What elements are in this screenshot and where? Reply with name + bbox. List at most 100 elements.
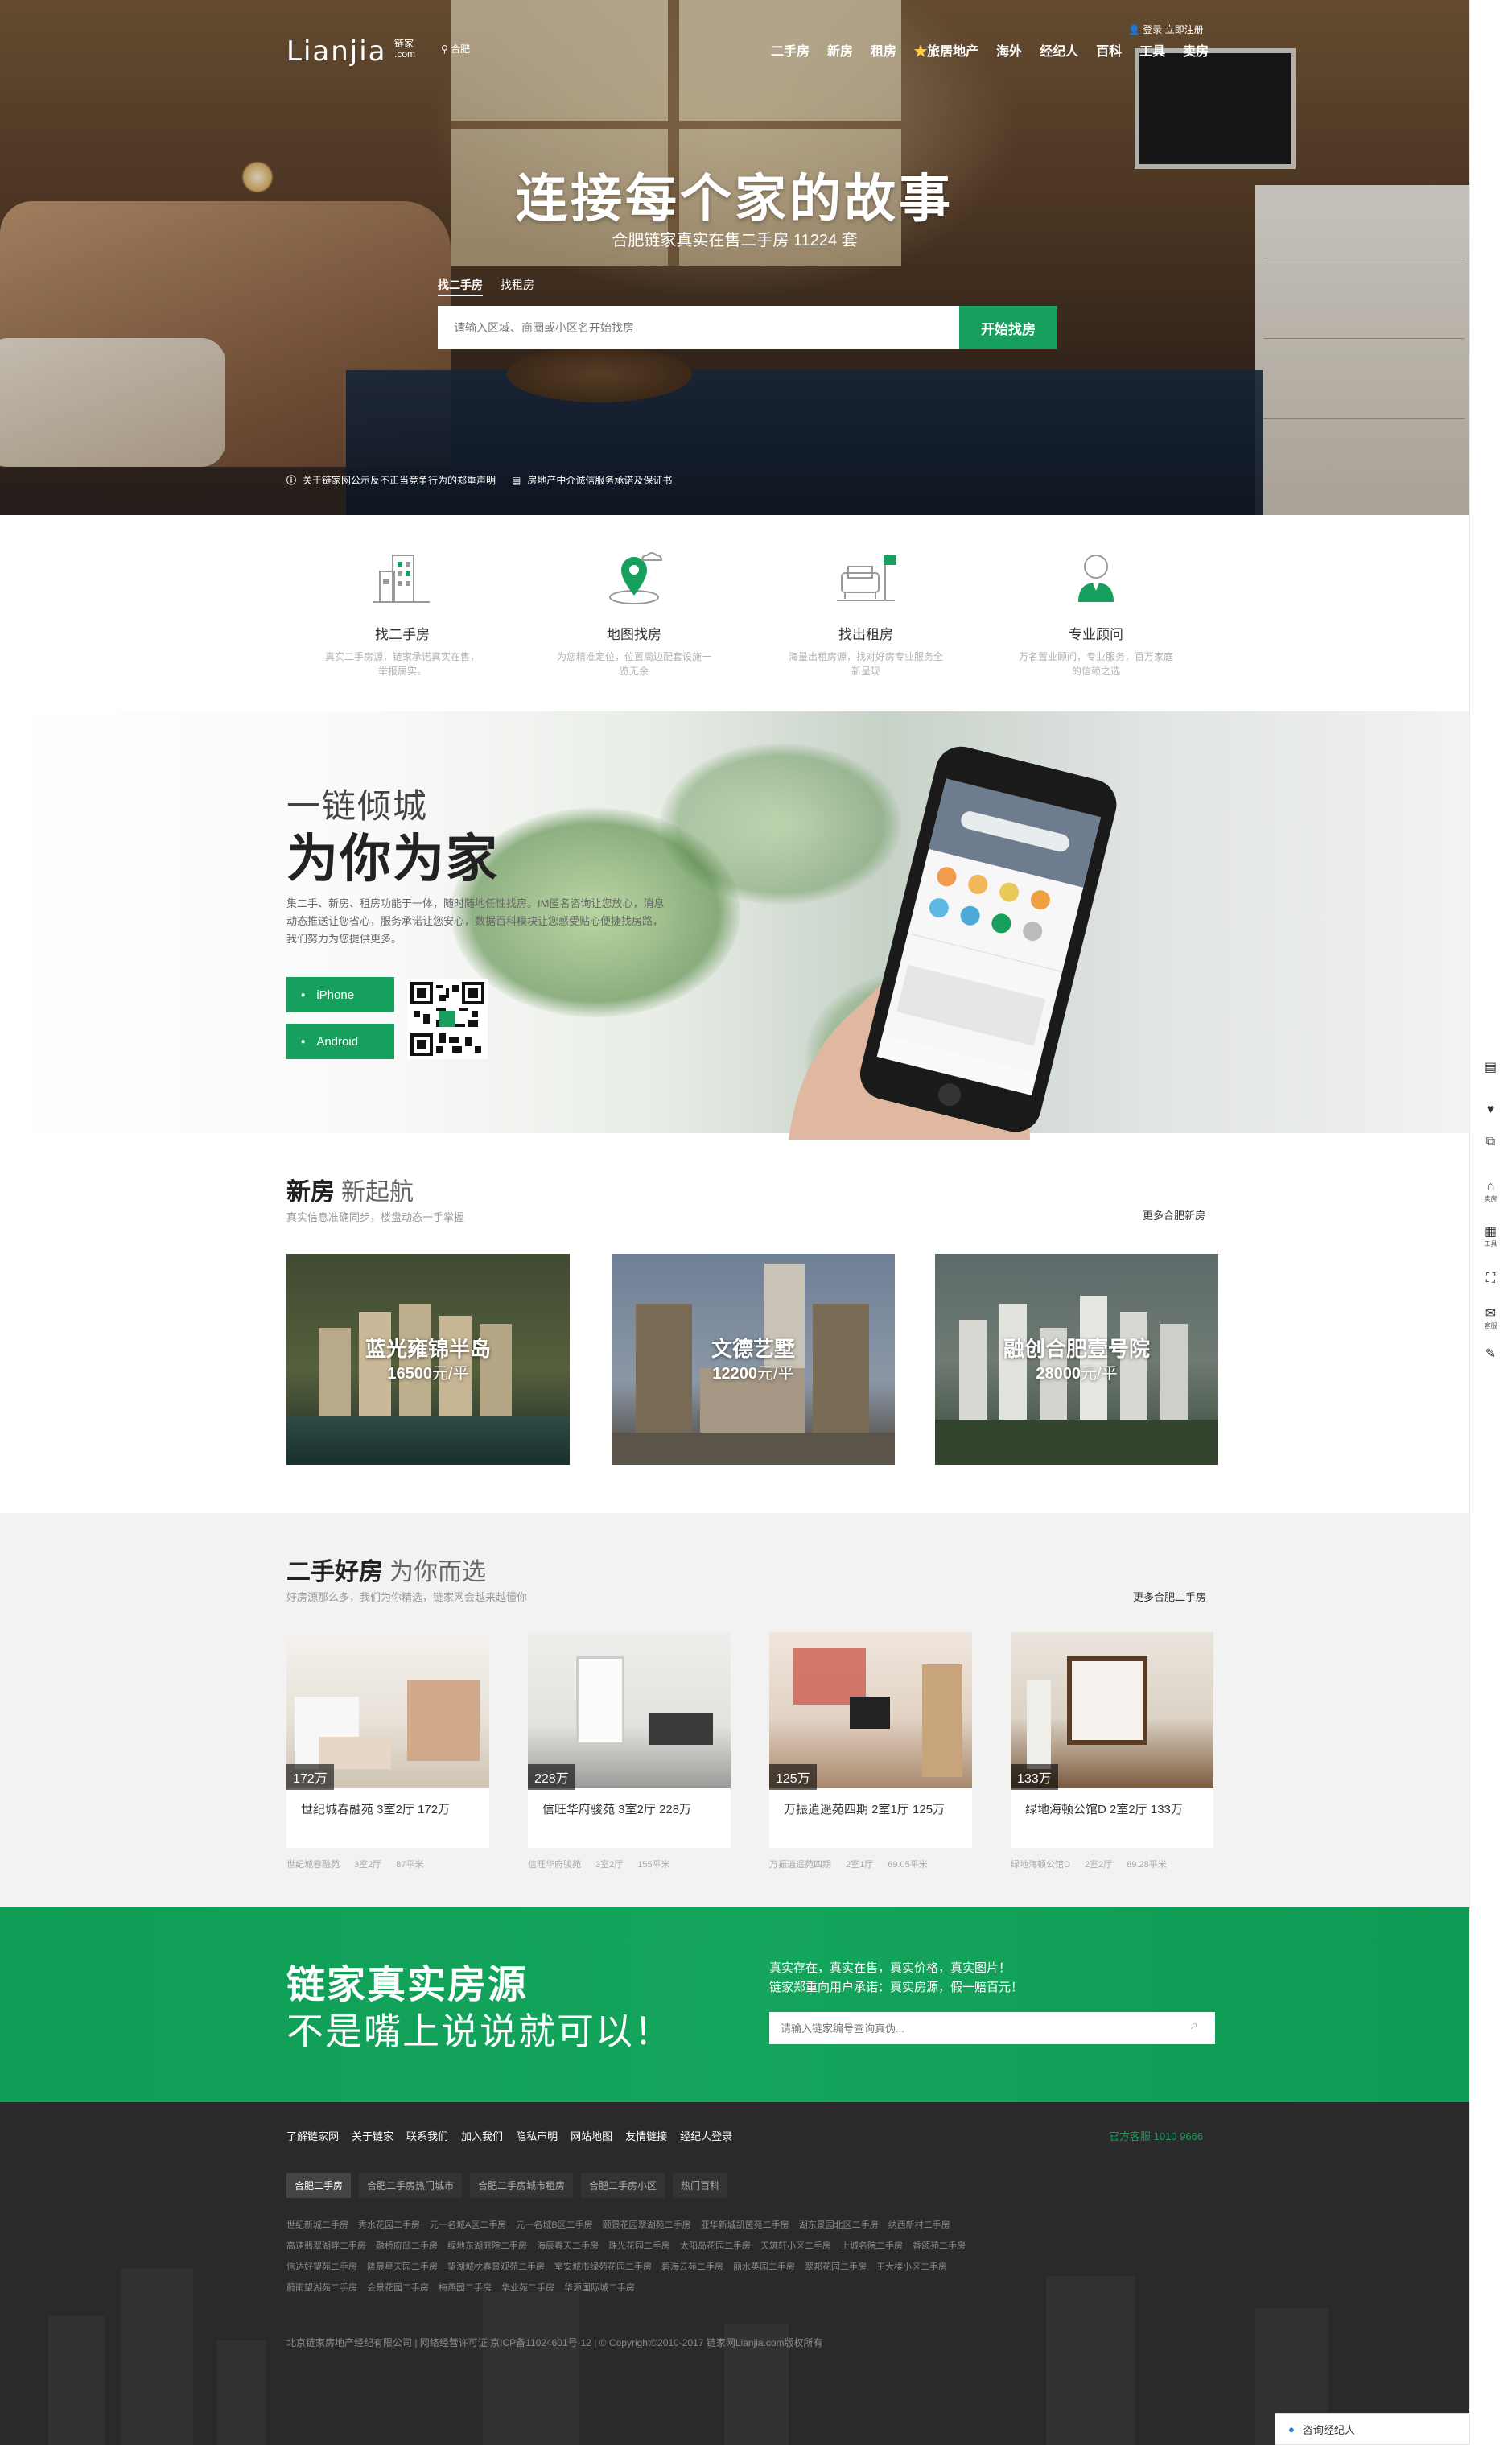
footer-tab[interactable]: 合肥二手房城市租房 <box>470 2173 574 2198</box>
notice-promise[interactable]: ▤ 房地产中介诚信服务承诺及保证书 <box>512 473 672 487</box>
search-button[interactable]: 开始找房 <box>959 306 1057 349</box>
footer-community-link[interactable]: 高速翡翠湖畔二手房 <box>286 2239 366 2252</box>
nav-item-zufang[interactable]: 租房 <box>871 40 896 60</box>
rail-item[interactable]: ⛶ <box>1469 1272 1512 1286</box>
footer-community-link[interactable]: 室安城市绿苑花园二手房 <box>554 2260 652 2273</box>
city-selector[interactable]: ⚲ 合肥 <box>441 42 470 56</box>
feature-ershoufang[interactable]: 找二手房 真实二手房源，链家承诺真实在售，举报属实。 <box>322 544 483 678</box>
footer-community-link[interactable]: 亚华新城凯茵苑二手房 <box>701 2218 789 2231</box>
notice-statement[interactable]: ⓘ 关于链家网公示反不正当竞争行为的郑重声明 <box>286 473 496 487</box>
footer-link[interactable]: 加入我们 <box>461 2128 503 2143</box>
footer-community-link[interactable]: 碧海云苑二手房 <box>661 2260 723 2273</box>
feature-desc: 海量出租房源，找对好房专业服务全新呈现 <box>788 651 943 677</box>
nav-item-xinfang[interactable]: 新房 <box>827 40 853 60</box>
footer-community-link[interactable]: 信达好望苑二手房 <box>286 2260 357 2273</box>
consult-agent-button[interactable]: ● 咨询经纪人 <box>1275 2413 1469 2445</box>
footer-community-link[interactable]: 纳西新村二手房 <box>888 2218 950 2231</box>
iphone-label: iPhone <box>316 987 355 1002</box>
footer-link[interactable]: 了解链家网 <box>286 2128 339 2143</box>
new-home-card[interactable]: 文德艺墅 12200元/平 <box>612 1254 895 1465</box>
footer-community-link[interactable]: 香颂苑二手房 <box>913 2239 966 2252</box>
map-pin-icon <box>600 544 668 612</box>
footer-link[interactable]: 联系我们 <box>406 2128 448 2143</box>
footer-tab[interactable]: 合肥二手房热门城市 <box>359 2173 463 2198</box>
footer-community-link[interactable]: 望湖城枕春景观苑二手房 <box>447 2260 545 2273</box>
nav-item-baike[interactable]: 百科 <box>1096 40 1122 60</box>
nav-item-gongju[interactable]: 工具 <box>1139 40 1165 60</box>
tab-zufang[interactable]: 找租房 <box>501 277 534 296</box>
rail-item[interactable]: ♥ <box>1469 1103 1512 1117</box>
feature-map[interactable]: 地图找房 为您精准定位，位置周边配套设施一览无余 <box>554 544 715 678</box>
footer-community-link[interactable]: 华源国际城二手房 <box>564 2281 635 2294</box>
listing-card[interactable]: 172万 世纪城春融苑 3室2厅 172万 世纪城春融苑 3室2厅 87平米 <box>286 1632 489 1870</box>
iphone-download-button[interactable]: ▪ iPhone <box>286 977 394 1012</box>
rail-item[interactable]: ✎ <box>1469 1347 1512 1362</box>
listing-card[interactable]: 228万 信旺华府骏苑 3室2厅 228万 信旺华府骏苑 3室2厅 155平米 <box>528 1632 731 1870</box>
footer-community-link[interactable]: 丽水英园二手房 <box>733 2260 795 2273</box>
feature-zufang[interactable]: 找出租房 海量出租房源，找对好房专业服务全新呈现 <box>785 544 946 678</box>
footer-community-link[interactable]: 世纪新城二手房 <box>286 2218 348 2231</box>
footer-community-link[interactable]: 天筑轩小区二手房 <box>760 2239 831 2252</box>
footer-community-link[interactable]: 元一名城A区二手房 <box>430 2218 506 2231</box>
nav-item-haiwai[interactable]: 海外 <box>996 40 1022 60</box>
banner-title-1: 链家真实房源 <box>286 1964 529 2006</box>
second-hand-subtitle: 好房源那么多，我们为你精选，链家网会越来越懂你 <box>286 1591 528 1603</box>
listing-card[interactable]: 125万 万振逍遥苑四期 2室1厅 125万 万振逍遥苑四期 2室1厅 69.05平… <box>769 1632 972 1870</box>
footer-community-link[interactable]: 颐景花园翠湖苑二手房 <box>603 2218 691 2231</box>
footer-link[interactable]: 关于链家 <box>352 2128 393 2143</box>
footer-link[interactable]: 经纪人登录 <box>680 2128 732 2143</box>
footer-community-link[interactable]: 会景花园二手房 <box>367 2281 429 2294</box>
more-new-homes-link[interactable]: 更多合肥新房 <box>1143 1207 1205 1222</box>
feature-desc: 为您精准定位，位置周边配套设施一览无余 <box>556 651 711 677</box>
footer-community-link[interactable]: 融桥府邸二手房 <box>376 2239 438 2252</box>
rail-item[interactable]: ⌂ 卖房 <box>1469 1180 1512 1203</box>
new-home-card[interactable]: 融创合肥壹号院 28000元/平 <box>935 1254 1218 1465</box>
footer-community-link[interactable]: 海辰春天二手房 <box>537 2239 599 2252</box>
new-home-name: 融创合肥壹号院 <box>1003 1337 1150 1361</box>
footer-community-link[interactable]: 珠光花园二手房 <box>608 2239 670 2252</box>
footer-community-link[interactable]: 太阳岛花园二手房 <box>680 2239 751 2252</box>
heart-icon: ♥ <box>1486 1103 1495 1116</box>
more-second-hand-link[interactable]: 更多合肥二手房 <box>1133 1589 1206 1604</box>
verify-listing-input[interactable] <box>769 2012 1215 2044</box>
nav-item-maifang[interactable]: 卖房 <box>1183 40 1209 60</box>
rail-item[interactable]: ▦ 工具 <box>1469 1225 1512 1248</box>
site-logo[interactable]: Lianjia <box>286 35 387 68</box>
login-link[interactable]: 👤 登录 立即注册 <box>1128 23 1204 36</box>
footer-community-link[interactable]: 隆晟星天园二手房 <box>367 2260 438 2273</box>
footer-link[interactable]: 友情链接 <box>625 2128 667 2143</box>
footer-community-link[interactable]: 湖东景园北区二手房 <box>799 2218 879 2231</box>
feature-agent[interactable]: 专业顾问 万名置业顾问，专业服务，百万家庭的信赖之选 <box>1016 544 1176 678</box>
footer-tab[interactable]: 热门百科 <box>673 2173 728 2198</box>
footer-community-link[interactable]: 华业苑二手房 <box>501 2281 554 2294</box>
footer-community-link[interactable]: 翠邦花园二手房 <box>805 2260 867 2273</box>
footer-community-link[interactable]: 蔚雨望湖苑二手房 <box>286 2281 357 2294</box>
search-icon[interactable]: ⌕ <box>1191 2018 1198 2033</box>
search-input[interactable] <box>438 306 959 349</box>
footer-tab[interactable]: 合肥二手房 <box>286 2173 352 2198</box>
footer-community-link[interactable]: 元一名城B区二手房 <box>516 2218 592 2231</box>
nav-item-lvju[interactable]: ★旅居地产 <box>914 40 978 60</box>
listing-card[interactable]: 133万 绿地海顿公馆D 2室2厅 133万 绿地海顿公馆D 2室2厅 89.28平… <box>1011 1632 1213 1870</box>
listing-price: 228万 <box>528 1764 575 1790</box>
footer-community-link[interactable]: 上城名院二手房 <box>841 2239 903 2252</box>
footer-tab[interactable]: 合肥二手房小区 <box>581 2173 665 2198</box>
tab-ershoufang[interactable]: 找二手房 <box>438 277 483 296</box>
footer-community-link[interactable]: 绿地东湖庭院二手房 <box>447 2239 527 2252</box>
rail-item[interactable]: ▤ <box>1469 1061 1512 1075</box>
rail-item[interactable]: ✉ 客服 <box>1469 1307 1512 1330</box>
info-icon: ⓘ <box>286 475 297 486</box>
footer-link[interactable]: 隐私声明 <box>516 2128 558 2143</box>
nav-item-jingjiren[interactable]: 经纪人 <box>1040 40 1078 60</box>
footer-community-link[interactable]: 梅燕园二手房 <box>439 2281 492 2294</box>
rail-item-label: 工具 <box>1484 1240 1498 1247</box>
rail-item[interactable]: ⧉ <box>1469 1135 1512 1149</box>
footer-community-link[interactable]: 王大楼小区二手房 <box>876 2260 947 2273</box>
footer-link[interactable]: 网站地图 <box>571 2128 612 2143</box>
footer-community-link[interactable]: 秀水花园二手房 <box>358 2218 420 2231</box>
agent-icon <box>1062 544 1130 612</box>
new-home-card[interactable]: 蓝光雍锦半岛 16500元/平 <box>286 1254 570 1465</box>
nav-item-ershoufang[interactable]: 二手房 <box>771 40 810 60</box>
android-download-button[interactable]: ▪ Android <box>286 1024 394 1059</box>
apple-icon: ▪ <box>301 987 306 1002</box>
